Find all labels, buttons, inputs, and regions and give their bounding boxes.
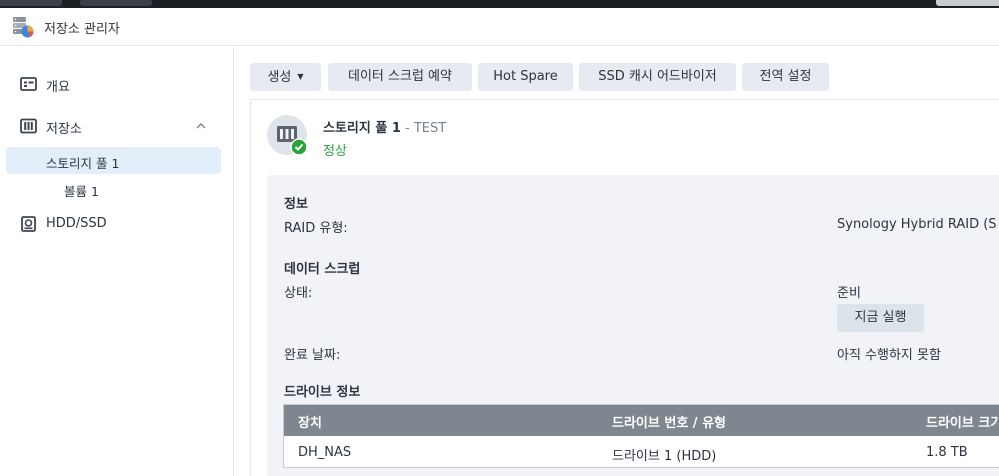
drive-table: 장치 드라이브 번호 / 유형 드라이브 크기 DH_NAS 드라이브 1 (H… [283, 404, 999, 468]
completed-date-value: 아직 수행하지 못함 [837, 348, 941, 363]
raid-type-value: Synology Hybrid RAID (S [837, 217, 997, 232]
title-bar: 저장소 관리자 [0, 8, 999, 46]
sidebar-item-overview[interactable]: 개요 [0, 70, 234, 98]
cell-size: 1.8 TB [926, 445, 968, 460]
create-button[interactable]: 생성 ▼ [250, 63, 321, 91]
global-settings-button[interactable]: 전역 설정 [742, 63, 829, 91]
sidebar-item-storage-pool-1[interactable]: 스토리지 풀 1 [6, 147, 221, 174]
top-tab [80, 0, 152, 6]
drive-info-section-title: 드라이브 정보 [284, 385, 361, 400]
storage-pool-panel: 스토리지 풀 1 - TEST 정상 정보 RAID 유형: Synology … [250, 99, 999, 476]
sidebar-item-label: 개요 [46, 80, 70, 95]
sidebar-item-hdd-ssd[interactable]: HDD/SSD [0, 210, 234, 238]
column-header-size[interactable]: 드라이브 크기 [926, 412, 999, 431]
sidebar-item-label: 스토리지 풀 1 [46, 156, 120, 171]
ssd-cache-advisor-button[interactable]: SSD 캐시 어드바이저 [579, 63, 736, 91]
storage-icon [20, 118, 37, 134]
top-tab [0, 0, 62, 6]
sidebar-item-label: 볼륨 1 [64, 184, 99, 199]
top-strip [0, 0, 999, 8]
pool-title: 스토리지 풀 1 - TEST [323, 117, 446, 136]
pool-description: - TEST [405, 121, 447, 136]
sidebar-item-volume-1[interactable]: 볼륨 1 [6, 175, 221, 202]
run-now-button[interactable]: 지금 실행 [837, 304, 924, 332]
sidebar-item-storage[interactable]: 저장소 [0, 112, 234, 140]
chevron-up-icon[interactable] [194, 119, 208, 133]
column-header-drive[interactable]: 드라이브 번호 / 유형 [612, 412, 726, 431]
overview-icon [20, 76, 37, 92]
column-header-device[interactable]: 장치 [298, 412, 322, 431]
create-button-label: 생성 [267, 70, 292, 85]
storage-manager-app-icon [11, 15, 35, 39]
pool-name: 스토리지 풀 1 [323, 121, 401, 136]
top-tab [936, 0, 999, 6]
sidebar-item-label: HDD/SSD [46, 216, 107, 231]
data-scrub-schedule-button[interactable]: 데이터 스크럽 예약 [328, 63, 472, 91]
storage-pool-icon [267, 115, 309, 157]
caret-down-icon: ▼ [297, 72, 304, 81]
cell-device: DH_NAS [298, 445, 352, 460]
scrub-status-value: 준비 [837, 286, 861, 301]
completed-date-label: 완료 날짜: [284, 348, 341, 363]
scrub-status-label: 상태: [284, 286, 313, 301]
main-content: 생성 ▼ 데이터 스크럽 예약 Hot Spare SSD 캐시 어드바이저 전역… [235, 47, 999, 476]
disk-icon [20, 216, 37, 232]
sidebar: 개요 저장소 스토리지 풀 1 볼륨 1 HDD/SSD [0, 47, 234, 476]
pool-status: 정상 [323, 144, 347, 159]
cell-drive: 드라이브 1 (HDD) [612, 449, 717, 464]
sidebar-item-label: 저장소 [46, 122, 82, 137]
info-section-title: 정보 [284, 197, 308, 212]
scrub-section-title: 데이터 스크럽 [284, 262, 361, 277]
pool-info-box: 정보 RAID 유형: Synology Hybrid RAID (S 데이터 … [267, 175, 999, 476]
window-title: 저장소 관리자 [44, 22, 120, 37]
raid-type-label: RAID 유형: [284, 221, 348, 236]
drive-table-header: 장치 드라이브 번호 / 유형 드라이브 크기 [284, 405, 999, 436]
hot-spare-button[interactable]: Hot Spare [478, 63, 573, 91]
